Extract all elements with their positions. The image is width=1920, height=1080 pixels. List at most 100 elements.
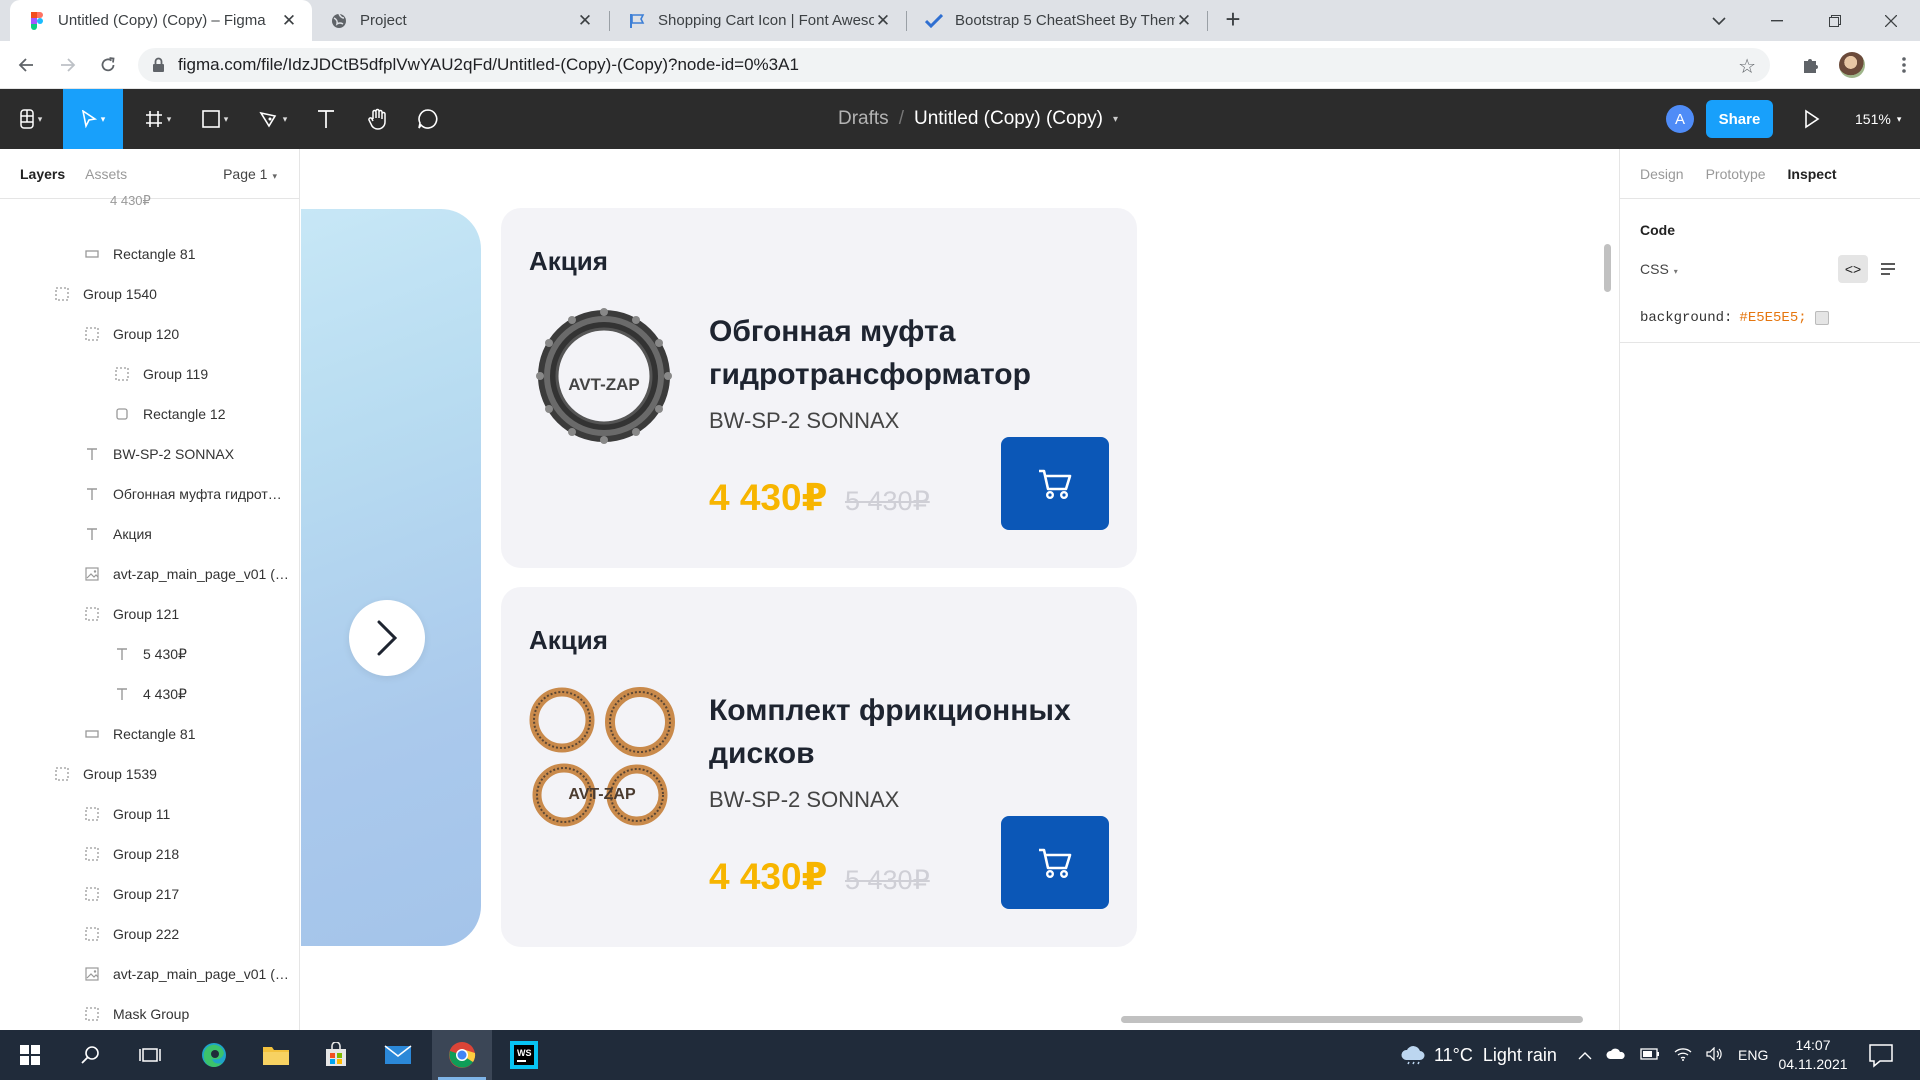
frame-tool-icon[interactable]: ▾ [133, 89, 183, 149]
tab-layers[interactable]: Layers [20, 166, 65, 182]
new-tab-button[interactable]: + [1219, 6, 1247, 34]
store-icon[interactable] [306, 1030, 366, 1080]
one-way-clutch-image: AVT-ZAP [536, 308, 672, 444]
tab-bootstrap-cheatsheet[interactable]: Bootstrap 5 CheatSheet By Them ✕ [907, 0, 1207, 41]
onedrive-cloud-icon[interactable] [1606, 1047, 1626, 1063]
layer-item[interactable]: Акция [0, 514, 299, 554]
webstorm-icon[interactable]: WS [494, 1030, 554, 1080]
file-explorer-icon[interactable] [246, 1030, 306, 1080]
layer-item[interactable]: Group 222 [0, 914, 299, 954]
tab-title: Project [360, 12, 407, 29]
layer-item[interactable]: Group 217 [0, 874, 299, 914]
windows-start-icon[interactable] [0, 1030, 60, 1080]
reload-icon[interactable] [94, 51, 122, 79]
layer-item[interactable]: Group 119 [0, 354, 299, 394]
layer-item[interactable]: 5 430₽ [0, 634, 299, 674]
figma-icon [28, 11, 46, 30]
product-card[interactable]: Акция AVT-ZAP Комплект фрикционных диско… [501, 587, 1137, 947]
vertical-scrollbar[interactable] [1604, 244, 1611, 292]
layer-item[interactable]: Rectangle 81 [0, 234, 299, 274]
add-to-cart-button[interactable] [1001, 816, 1109, 909]
tab-search-chevron-icon[interactable] [1690, 0, 1748, 41]
layer-item[interactable]: Обгонная муфта гидрот… [0, 474, 299, 514]
file-name[interactable]: Untitled (Copy) (Copy) [914, 108, 1103, 130]
search-icon[interactable] [60, 1030, 120, 1080]
layer-item[interactable]: avt-zap_main_page_v01 (… [0, 554, 299, 594]
tab-shopping-cart-icon[interactable]: Shopping Cart Icon | Font Aweso ✕ [610, 0, 906, 41]
breadcrumb-drafts[interactable]: Drafts [838, 108, 889, 130]
tab-project[interactable]: Project ✕ [312, 0, 608, 41]
tab-assets[interactable]: Assets [85, 166, 127, 182]
close-tab-icon[interactable]: ✕ [874, 11, 892, 31]
user-avatar[interactable]: A [1666, 105, 1694, 133]
add-to-cart-button[interactable] [1001, 437, 1109, 530]
back-icon[interactable] [12, 51, 40, 79]
code-view-icon[interactable]: <> [1838, 255, 1868, 283]
address-bar[interactable]: figma.com/file/IdzJDCtB5dfplVwYAU2qFd/Un… [138, 48, 1770, 82]
edge-icon[interactable] [184, 1030, 244, 1080]
bookmark-star-icon[interactable]: ☆ [1738, 54, 1756, 79]
present-play-icon[interactable] [1800, 108, 1822, 130]
layer-item[interactable]: Rectangle 81 [0, 714, 299, 754]
clock[interactable]: 14:07 04.11.2021 [1770, 1036, 1856, 1074]
shape-tool-icon[interactable]: ▾ [190, 89, 240, 149]
layer-item[interactable]: Group 121 [0, 594, 299, 634]
close-tab-icon[interactable]: ✕ [280, 11, 298, 31]
tab-prototype[interactable]: Prototype [1706, 166, 1766, 182]
mail-icon[interactable] [368, 1030, 428, 1080]
move-tool-icon[interactable]: ▾ [63, 89, 123, 149]
battery-icon[interactable] [1640, 1047, 1660, 1063]
hero-banner[interactable] [301, 209, 481, 946]
wifi-icon[interactable] [1674, 1047, 1692, 1064]
extensions-puzzle-icon[interactable] [1797, 51, 1825, 79]
figma-main-menu-icon[interactable]: ▾ [6, 89, 56, 149]
tab-inspect[interactable]: Inspect [1788, 166, 1837, 182]
tab-figma[interactable]: Untitled (Copy) (Copy) – Figma ✕ [10, 0, 312, 41]
product-card[interactable]: Акция AVT-ZAP Обгонная муфта гидротрансф… [501, 208, 1137, 568]
forward-icon[interactable] [54, 51, 82, 79]
horizontal-scrollbar[interactable] [1121, 1016, 1583, 1023]
code-language-dropdown[interactable]: CSS ▾ [1640, 261, 1678, 277]
close-window-button[interactable] [1862, 0, 1920, 41]
hand-tool-icon[interactable] [356, 89, 400, 149]
profile-avatar[interactable] [1839, 52, 1865, 78]
text-tool-icon[interactable] [306, 89, 346, 149]
volume-icon[interactable] [1706, 1046, 1724, 1064]
slider-next-button[interactable] [349, 600, 425, 676]
css-code-line[interactable]: background: #E5E5E5; [1640, 310, 1829, 326]
chevron-down-icon[interactable]: ▾ [1113, 114, 1118, 125]
layer-item[interactable]: Group 218 [0, 834, 299, 874]
list-view-icon[interactable] [1876, 255, 1900, 283]
pen-tool-icon[interactable]: ▾ [248, 89, 298, 149]
layer-item[interactable]: Group 11 [0, 794, 299, 834]
layer-item[interactable]: Mask Group [0, 994, 299, 1030]
zoom-dropdown[interactable]: 151% ▾ [1855, 89, 1901, 149]
layer-item[interactable]: 4 430₽ [0, 674, 299, 714]
chrome-icon[interactable] [432, 1030, 492, 1080]
share-button[interactable]: Share [1706, 100, 1773, 138]
weather-widget[interactable]: 11°C Light rain [1400, 1030, 1557, 1080]
text-icon [115, 687, 129, 701]
close-tab-icon[interactable]: ✕ [1175, 11, 1193, 31]
layer-item[interactable]: Group 1540 [0, 274, 299, 314]
url-text: figma.com/file/IdzJDCtB5dfplVwYAU2qFd/Un… [178, 55, 799, 74]
tab-design[interactable]: Design [1640, 166, 1684, 182]
layer-item[interactable]: Group 1539 [0, 754, 299, 794]
layer-name: Group 1539 [83, 766, 157, 782]
layer-item[interactable]: BW-SP-2 SONNAX [0, 434, 299, 474]
input-language[interactable]: ENG [1738, 1047, 1768, 1063]
layer-item[interactable]: Group 120 [0, 314, 299, 354]
breadcrumb-separator: / [898, 108, 904, 129]
layer-item[interactable]: Rectangle 12 [0, 394, 299, 434]
chevron-up-icon[interactable] [1578, 1047, 1592, 1063]
layer-item[interactable]: avt-zap_main_page_v01 (… [0, 954, 299, 994]
close-tab-icon[interactable]: ✕ [576, 11, 594, 31]
notifications-icon[interactable] [1868, 1042, 1894, 1068]
restore-button[interactable] [1806, 0, 1864, 41]
task-view-icon[interactable] [120, 1030, 180, 1080]
comment-tool-icon[interactable] [406, 89, 450, 149]
browser-menu-icon[interactable] [1890, 51, 1918, 79]
figma-canvas[interactable]: Акция AVT-ZAP Обгонная муфта гидротрансф… [301, 149, 1619, 1030]
minimize-button[interactable] [1748, 0, 1806, 41]
page-selector[interactable]: Page 1 ▾ [223, 166, 277, 182]
